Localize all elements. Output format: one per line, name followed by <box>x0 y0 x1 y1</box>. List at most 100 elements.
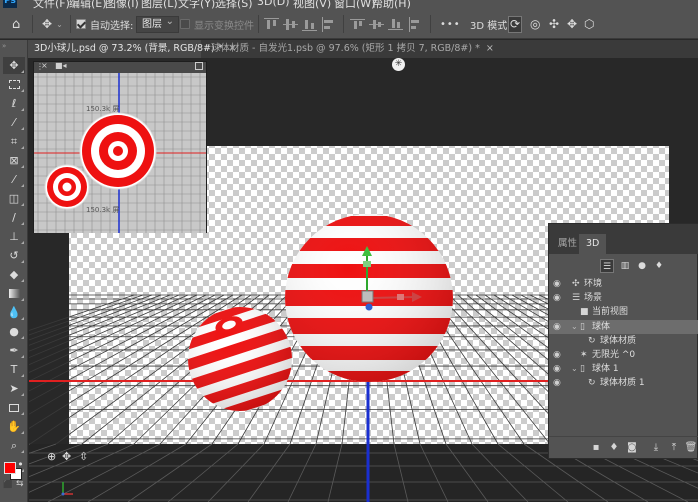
align-left-icon[interactable] <box>321 17 336 32</box>
scene-tree-row[interactable]: ◉ ☰ 场景 <box>549 291 698 305</box>
type-tool-icon[interactable]: T <box>3 361 25 378</box>
secondary-3d-view[interactable]: ⋮ × ■◂ 150.3k 屏 150.3k 屏 <box>33 61 207 233</box>
zoom-tool-icon[interactable]: ⌕ <box>3 437 25 454</box>
show-transform-toggle[interactable]: 显示变换控件 <box>180 9 254 39</box>
material-icon: ↻ <box>588 335 596 346</box>
distribute-top-icon[interactable] <box>350 17 365 32</box>
scene-tree-row[interactable]: ◉ ✣ 环境 <box>549 277 698 291</box>
align-bottom-icon[interactable] <box>302 17 317 32</box>
visibility-eye-icon[interactable]: ◉ <box>553 362 561 376</box>
whole-scene-filter-icon[interactable]: ☰ <box>600 259 614 273</box>
healing-brush-tool-icon[interactable]: ◫ <box>3 190 25 207</box>
divider <box>32 15 33 33</box>
visibility-eye-icon[interactable]: ◉ <box>553 376 561 390</box>
distribute-bottom-icon[interactable] <box>388 17 403 32</box>
camera-icon[interactable]: ■◂ <box>55 61 67 70</box>
new-mesh-icon[interactable]: ▪ <box>589 441 603 455</box>
default-colors-icon[interactable]: ⬛ <box>3 480 13 489</box>
3d-rotate-icon[interactable]: ⟳ <box>508 9 523 39</box>
scene-tree-row[interactable]: ■ 当前视图 <box>549 305 698 319</box>
gradient-tool-icon[interactable] <box>3 285 25 302</box>
scene-tree-row[interactable]: ↻ 球体材质 <box>549 334 698 348</box>
lights-filter-icon[interactable]: ♦ <box>652 259 666 273</box>
add-light-icon[interactable]: ♦ <box>607 441 621 455</box>
marquee-tool-icon[interactable] <box>3 76 25 93</box>
3d-scale-icon[interactable]: ⬡ <box>584 9 594 39</box>
align-vcenter-icon[interactable] <box>283 17 298 32</box>
auto-select-dropdown[interactable]: 图层 <box>136 14 179 33</box>
visibility-eye-icon[interactable]: ◉ <box>553 277 561 291</box>
drop-to-ground-icon[interactable]: ⤓ <box>649 441 663 455</box>
lasso-tool-icon[interactable]: ℓ <box>3 95 25 112</box>
menu-edit[interactable]: 编辑(E) <box>69 0 107 9</box>
move-tool-icon[interactable]: ✥ <box>3 57 25 74</box>
new-3d-layer-icon[interactable]: ⤒ <box>667 441 681 455</box>
scene-tree-row[interactable]: ◉ ⌄ ▯ 球体 1 <box>549 362 698 376</box>
frame-tool-icon[interactable]: ⊠ <box>3 152 25 169</box>
menu-image[interactable]: 图像(I) <box>105 0 139 9</box>
render-icon[interactable]: ◙ <box>625 441 639 455</box>
path-selection-tool-icon[interactable]: ➤ <box>3 380 25 397</box>
pen-tool-icon[interactable]: ✒ <box>3 342 25 359</box>
menu-help[interactable]: 帮助(H) <box>372 0 411 9</box>
expand-chevron-icon[interactable]: ⌄ <box>571 362 578 376</box>
menu-3d[interactable]: 3D(D) <box>257 0 290 8</box>
magic-wand-tool-icon[interactable]: ⁄ <box>3 114 25 131</box>
panel-grip-icon[interactable]: » <box>2 42 6 50</box>
visibility-eye-icon[interactable]: ◉ <box>553 291 561 305</box>
scene-tree-row[interactable]: ◉ ✶ 无限光 ^0 <box>549 348 698 362</box>
secondary-view-canvas[interactable]: 150.3k 屏 150.3k 屏 <box>34 73 206 233</box>
tab-sphere-material-document[interactable]: 球体材质 - 自发光1.psb @ 97.6% (矩形 1 拷贝 7, RGB/… <box>205 40 494 58</box>
photoshop-logo: Ps <box>3 0 17 8</box>
close-icon[interactable]: × <box>486 43 494 54</box>
auto-select-checkbox[interactable] <box>76 19 86 29</box>
tab-3d-ball-document[interactable]: 3D小球儿.psd @ 73.2% (背景, RGB/8#) * × <box>28 40 237 58</box>
3d-view-widget-icon[interactable]: ✳ <box>392 58 405 71</box>
document-tab-strip: 3D小球儿.psd @ 73.2% (背景, RGB/8#) * × 球体材质 -… <box>28 40 698 58</box>
distribute-vcenter-icon[interactable] <box>369 17 384 32</box>
auto-select-dropdown-wrap: 图层 <box>136 9 179 39</box>
menu-file[interactable]: 文件(F) <box>33 0 70 9</box>
swap-view-icon[interactable] <box>195 62 203 70</box>
meshes-filter-icon[interactable]: ▥ <box>618 259 632 273</box>
delete-icon[interactable]: 🗑 <box>684 441 698 455</box>
hand-tool-icon[interactable]: ✋ <box>3 418 25 435</box>
tab-3d[interactable]: 3D <box>579 234 607 254</box>
more-options-button[interactable]: ••• <box>440 9 461 39</box>
crop-tool-icon[interactable]: ⌗ <box>3 133 25 150</box>
distribute-left-icon[interactable] <box>407 17 422 32</box>
swap-colors-icon[interactable]: ⇆ <box>16 479 24 489</box>
menu-type[interactable]: 文字(Y) <box>178 0 215 9</box>
menu-view[interactable]: 视图(V) <box>293 0 331 9</box>
3d-slide-icon[interactable]: ✥ <box>567 9 577 39</box>
move-tool-preset-icon[interactable]: ✥ ⌄ <box>42 9 63 39</box>
eraser-tool-icon[interactable]: ◆ <box>3 266 25 283</box>
menu-window[interactable]: 窗口(W) <box>334 0 375 9</box>
materials-filter-icon[interactable]: ● <box>635 259 649 273</box>
close-icon[interactable]: × <box>41 61 48 70</box>
3d-filter-bar: ☰ ▥ ● ♦ <box>549 256 698 276</box>
scene-tree-row[interactable]: ◉ ↻ 球体材质 1 <box>549 376 698 390</box>
eyedropper-tool-icon[interactable]: ⁄ <box>3 171 25 188</box>
align-top-icon[interactable] <box>264 17 279 32</box>
rectangle-tool-icon[interactable] <box>3 399 25 416</box>
visibility-eye-icon[interactable]: ◉ <box>553 320 561 334</box>
clone-stamp-tool-icon[interactable]: ⊥ <box>3 228 25 245</box>
scene-tree-row[interactable]: ◉ ⌄ ▯ 球体 <box>549 319 698 334</box>
menu-layer[interactable]: 图层(L) <box>141 0 178 9</box>
auto-select-toggle[interactable]: 自动选择: <box>76 9 133 39</box>
3d-roll-icon[interactable]: ◎ <box>530 9 540 39</box>
3d-drag-icon[interactable]: ✣ <box>549 9 559 39</box>
dodge-tool-icon[interactable]: ● <box>3 323 25 340</box>
scene-tree-label: 场景 <box>584 293 603 304</box>
visibility-eye-icon[interactable]: ◉ <box>553 348 561 362</box>
brush-tool-icon[interactable]: / <box>3 209 25 226</box>
history-brush-tool-icon[interactable]: ↺ <box>3 247 25 264</box>
scene-tree-label: 球体 1 <box>592 364 619 375</box>
show-transform-checkbox[interactable] <box>180 19 190 29</box>
blur-tool-icon[interactable]: 💧 <box>3 304 25 321</box>
menu-select[interactable]: 选择(S) <box>215 0 253 9</box>
home-icon[interactable]: ⌂ <box>12 9 20 39</box>
foreground-color-swatch[interactable] <box>4 462 16 474</box>
expand-chevron-icon[interactable]: ⌄ <box>571 320 578 334</box>
